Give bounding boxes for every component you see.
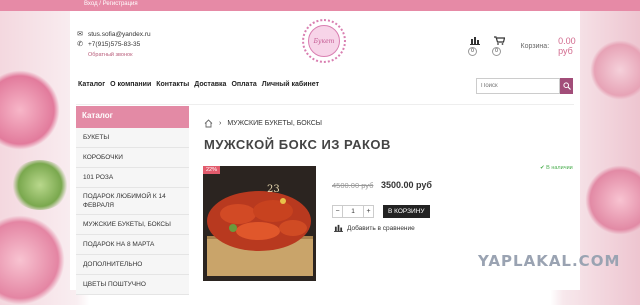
background-flower [0, 70, 60, 150]
contacts-block: ✉ stus.sofia@yandex.ru ✆ +7(915)575-83-35 … [76, 30, 151, 60]
product-image[interactable]: 23 22% [203, 166, 316, 281]
quantity-decrease-button[interactable]: − [332, 205, 343, 218]
product-title: МУЖСКОЙ БОКС ИЗ РАКОВ [204, 137, 391, 152]
search-box [476, 78, 573, 94]
sidebar-item-boxes[interactable]: КОРОБОЧКИ [76, 148, 189, 168]
background-flower [585, 165, 640, 235]
compare-count-badge: 0 [468, 47, 477, 56]
contact-phone[interactable]: +7(915)575-83-35 [88, 40, 140, 50]
discount-badge: 22% [203, 166, 221, 174]
background-flower [0, 215, 65, 305]
mail-icon: ✉ [77, 31, 83, 38]
compare-link[interactable]: 0 [468, 36, 482, 56]
breadcrumb: › МУЖСКИЕ БУКЕТЫ, БОКСЫ [204, 119, 322, 128]
background-flower [10, 160, 70, 210]
add-to-cart-button[interactable]: В КОРЗИНУ [383, 205, 430, 218]
current-price: 3500.00 руб [381, 180, 432, 190]
bar-chart-icon [334, 224, 343, 232]
sidebar-item-mens[interactable]: МУЖСКИЕ БУКЕТЫ, БОКСЫ [76, 215, 189, 235]
contact-email[interactable]: stus.sofia@yandex.ru [88, 30, 151, 40]
stock-label: В наличии [546, 165, 573, 171]
cart-count-badge: 0 [491, 47, 501, 56]
logo-text: Букет [313, 37, 335, 45]
search-icon [562, 82, 571, 90]
nav-item-about[interactable]: О компании [110, 81, 151, 88]
nav-item-contacts[interactable]: Контакты [156, 81, 189, 88]
nav-item-catalog[interactable]: Каталог [78, 81, 105, 88]
search-input[interactable] [476, 78, 560, 94]
stock-status: ✔ В наличии [540, 165, 573, 171]
add-to-compare-label[interactable]: Добавить в сравнение [347, 225, 415, 232]
sidebar-item-extras[interactable]: ДОПОЛНИТЕЛЬНО [76, 255, 189, 275]
background-flower [590, 40, 640, 100]
breadcrumb-separator: › [219, 120, 222, 127]
catalog-sidebar: Каталог БУКЕТЫ КОРОБОЧКИ 101 РОЗА ПОДАРО… [76, 106, 189, 295]
add-to-compare[interactable]: Добавить в сравнение [334, 224, 415, 232]
logo-emblem: Букет [308, 25, 340, 57]
quantity-input[interactable]: 1 [343, 205, 363, 218]
nav-item-account[interactable]: Личный кабинет [262, 81, 319, 88]
crayfish-box-illustration: 23 [203, 166, 316, 281]
old-price: 4500.00 руб [332, 181, 374, 190]
cart-link[interactable]: 0 [491, 36, 507, 56]
svg-text:23: 23 [267, 184, 280, 195]
sidebar-item-101-roses[interactable]: 101 РОЗА [76, 168, 189, 188]
phone-icon: ✆ [77, 41, 83, 48]
main-nav: Каталог О компании Контакты Доставка Опл… [78, 81, 319, 88]
page-container: ✉ stus.sofia@yandex.ru ✆ +7(915)575-83-35 … [70, 11, 580, 295]
cart-total[interactable]: 0.00 руб [558, 36, 580, 56]
search-button[interactable] [560, 78, 573, 94]
sidebar-item-bouquets[interactable]: БУКЕТЫ [76, 128, 189, 148]
sidebar-item-valentines[interactable]: ПОДАРОК ЛЮБИМОЙ К 14 ФЕВРАЛЯ [76, 188, 189, 215]
site-logo[interactable]: Букет [302, 19, 346, 63]
breadcrumb-current[interactable]: МУЖСКИЕ БУКЕТЫ, БОКСЫ [227, 120, 322, 127]
bar-chart-icon [470, 37, 480, 45]
callback-link[interactable]: Обратный звонок [88, 52, 132, 58]
quantity-increase-button[interactable]: + [363, 205, 374, 218]
sidebar-item-march-8[interactable]: ПОДАРОК НА 8 МАРТА [76, 235, 189, 255]
nav-item-payment[interactable]: Оплата [231, 81, 256, 88]
nav-item-delivery[interactable]: Доставка [194, 81, 226, 88]
quantity-stepper: − 1 + [332, 205, 374, 218]
sidebar-item-single-flowers[interactable]: ЦВЕТЫ ПОШТУЧНО [76, 275, 189, 295]
header-actions: 0 0 Корзина: 0.00 руб [468, 36, 580, 56]
home-icon[interactable] [204, 119, 213, 128]
header-divider [76, 104, 574, 105]
cart-label: Корзина: [520, 42, 550, 50]
login-register-link[interactable]: Вход / Регистрация [84, 1, 138, 7]
watermark: YAPLAKAL.COM [478, 252, 621, 270]
top-bar: Вход / Регистрация [0, 0, 640, 11]
sidebar-title: Каталог [76, 106, 189, 128]
cart-icon [493, 36, 506, 45]
